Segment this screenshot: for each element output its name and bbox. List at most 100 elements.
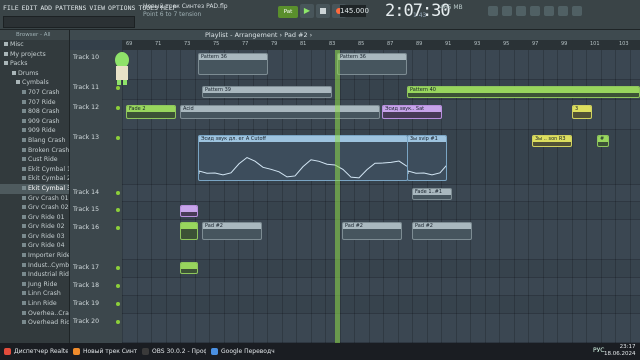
menu-edit[interactable]: EDIT [22, 4, 38, 12]
browser-item[interactable]: Overhea..Crash [0, 309, 69, 319]
menu-options[interactable]: OPTIONS [108, 4, 135, 12]
timeline-ruler[interactable]: 69 71 73 75 77 79 81 83 85 87 89 91 93 95 97 99 101 103 [122, 40, 640, 50]
browser-item[interactable]: Packs [0, 59, 69, 69]
browser-item[interactable]: Blang Crash [0, 136, 69, 146]
pattern-clip[interactable]: 3 [572, 105, 592, 119]
track-mute-led[interactable] [116, 226, 120, 230]
playlist-grid[interactable]: Pattern 36 Pattern 36 Pattern 39 Pattern 40… [122, 50, 640, 343]
browser-item[interactable]: Drums [0, 69, 69, 79]
pattern-clip[interactable]: Pad #2 [412, 222, 472, 240]
track-mute-led[interactable] [116, 302, 120, 306]
track-mute-led[interactable] [116, 86, 120, 90]
track-lane[interactable] [122, 278, 640, 296]
browser-item[interactable]: 707 Crash [0, 88, 69, 98]
stop-button[interactable] [316, 4, 330, 18]
pattern-clip[interactable]: 3ы .. son R3 [532, 135, 572, 147]
track-name[interactable]: Track 17 [73, 264, 99, 271]
pattern-clip[interactable]: # [597, 135, 609, 147]
browser-item[interactable]: Cymbals [0, 78, 69, 88]
track-name[interactable]: Track 14 [73, 189, 99, 196]
browser-item[interactable]: Ekit Cymbal 1 [0, 165, 69, 175]
browser-item[interactable]: 909 Ride [0, 126, 69, 136]
track-name[interactable]: Track 11 [73, 84, 99, 91]
browser-item[interactable]: Grv Ride 03 [0, 232, 69, 242]
browser-item[interactable]: Grv Crash 01 [0, 194, 69, 204]
channel-rack-icon[interactable] [516, 6, 526, 16]
browser-item[interactable]: Grv Ride 01 [0, 213, 69, 223]
taskbar-app[interactable]: Google Переводчи.. [209, 345, 275, 358]
playhead[interactable] [335, 50, 340, 343]
pattern-clip[interactable]: Эсид звук.. Sat [382, 105, 442, 119]
taskbar-app[interactable]: OBS 30.0.2 - Проф.. [140, 345, 206, 358]
system-clock[interactable]: 23:17 18.06.2024 [604, 344, 636, 358]
pattern-song-toggle[interactable]: Pat [278, 6, 298, 18]
browser-item[interactable]: Industrial Ride [0, 270, 69, 280]
track-name[interactable]: Track 19 [73, 300, 99, 307]
pattern-clip[interactable] [180, 262, 198, 274]
pattern-clip[interactable]: Pattern 40 [407, 86, 640, 98]
browser-item[interactable]: Broken Crash [0, 146, 69, 156]
pattern-clip[interactable]: Pattern 39 [202, 86, 332, 98]
track-lane[interactable] [122, 296, 640, 314]
menu-view[interactable]: VIEW [89, 4, 105, 12]
mixer-icon[interactable] [530, 6, 540, 16]
track-name[interactable]: Track 10 [73, 54, 99, 61]
track-mute-led[interactable] [116, 136, 120, 140]
pattern-clip[interactable]: Fade 1..#1 [412, 188, 452, 200]
track-lane[interactable] [122, 260, 640, 278]
play-button[interactable]: ▶ [300, 4, 314, 18]
browser-item[interactable]: Ekit Cymbal 3 [0, 183, 69, 194]
browser-item[interactable]: Grv Ride 04 [0, 241, 69, 251]
track-name[interactable]: Track 15 [73, 206, 99, 213]
track-lane[interactable] [122, 314, 640, 343]
browser-icon[interactable] [544, 6, 554, 16]
browser-item[interactable]: Overhead Ride [0, 318, 69, 328]
browser-item[interactable]: Grv Crash 02 [0, 203, 69, 213]
tempo-display[interactable]: 145.000 [340, 5, 369, 17]
pattern-clip[interactable]: Pattern 36 [337, 53, 407, 75]
browser-item[interactable]: Indust..Cymbal [0, 261, 69, 271]
track-name[interactable]: Track 16 [73, 224, 99, 231]
menu-patterns[interactable]: PATTERNS [55, 4, 86, 12]
plugin-picker-icon[interactable] [558, 6, 568, 16]
browser-item[interactable]: Linn Crash [0, 289, 69, 299]
track-name[interactable]: Track 20 [73, 318, 99, 325]
track-mute-led[interactable] [116, 106, 120, 110]
track-mute-led[interactable] [116, 320, 120, 324]
track-mute-led[interactable] [116, 266, 120, 270]
track-mute-led[interactable] [116, 208, 120, 212]
pattern-clip[interactable]: Pad #2 [202, 222, 262, 240]
menu-add[interactable]: ADD [40, 4, 52, 12]
pattern-clip[interactable] [180, 205, 198, 217]
track-name[interactable]: Track 13 [73, 134, 99, 141]
track-name[interactable]: Track 18 [73, 282, 99, 289]
playlist-icon[interactable] [488, 6, 498, 16]
browser-item[interactable]: My projects [0, 50, 69, 60]
track-lane[interactable] [122, 202, 640, 220]
track-lane[interactable] [122, 185, 640, 202]
browser-item[interactable]: Linn Ride [0, 299, 69, 309]
browser-item[interactable]: 909 Crash [0, 117, 69, 127]
help-icon[interactable] [572, 6, 582, 16]
pattern-clip[interactable]: Fade 2 [126, 105, 176, 119]
automation-clip[interactable]: Эсид звук дл. ег A Cutoff [198, 135, 408, 181]
keyboard-language[interactable]: РУС [593, 347, 604, 354]
browser-item[interactable]: Ekit Cymbal 2 [0, 174, 69, 184]
browser-item[interactable]: 808 Crash [0, 107, 69, 117]
browser-item[interactable]: Jung Ride [0, 280, 69, 290]
pattern-clip[interactable] [180, 222, 198, 240]
browser-item[interactable]: Importer Ride [0, 251, 69, 261]
menu-file[interactable]: FILE [3, 4, 19, 12]
pattern-clip[interactable]: Pad #2 [342, 222, 402, 240]
piano-roll-icon[interactable] [502, 6, 512, 16]
taskbar-app[interactable]: Новый трек Синтез .. [71, 345, 137, 358]
browser-item[interactable]: 707 Ride [0, 98, 69, 108]
pattern-clip[interactable]: Pattern 36 [198, 53, 268, 75]
browser-item[interactable]: Misc [0, 40, 69, 50]
track-mute-led[interactable] [116, 284, 120, 288]
browser-item[interactable]: Cust Ride [0, 155, 69, 165]
pattern-clip[interactable]: Acid [180, 105, 380, 119]
taskbar-app[interactable]: Диспетчер Realtek .. [2, 345, 68, 358]
track-name[interactable]: Track 12 [73, 104, 99, 111]
track-mute-led[interactable] [116, 191, 120, 195]
